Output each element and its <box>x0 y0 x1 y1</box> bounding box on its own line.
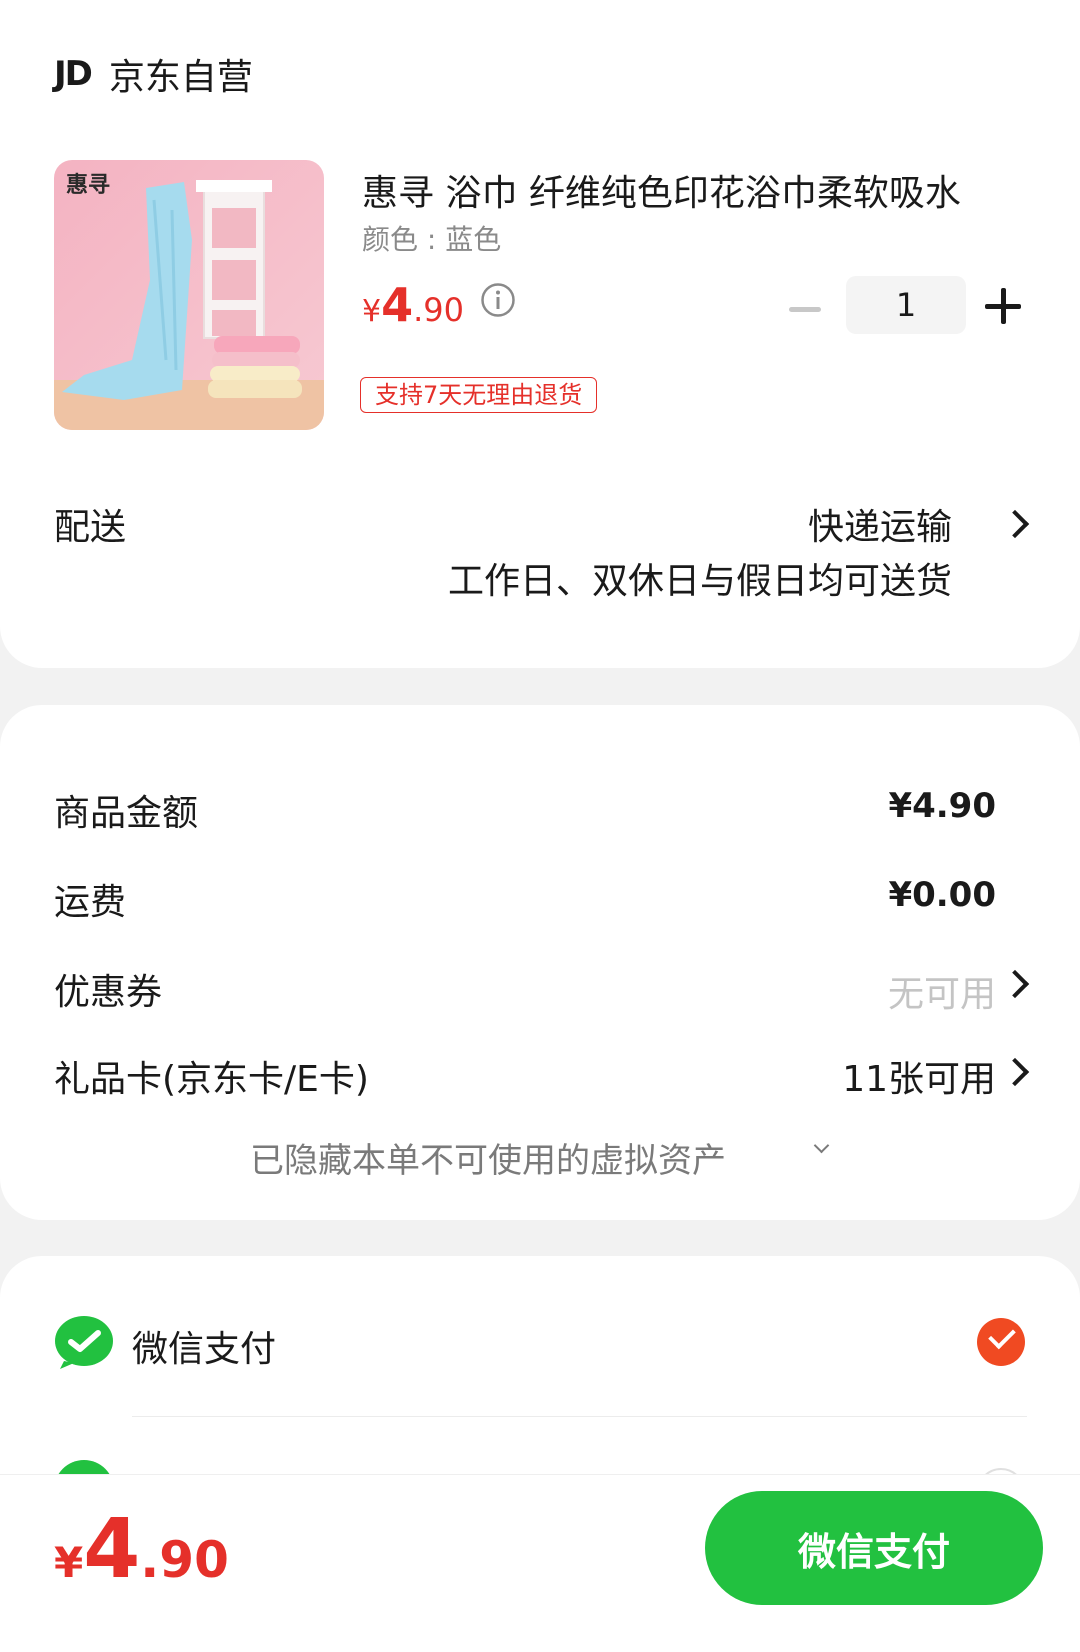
delivery-label: 配送 <box>54 507 127 548</box>
goods-amount-label: 商品金额 <box>54 793 199 834</box>
delivery-method[interactable]: 快递运输 <box>808 498 952 550</box>
product-price: ¥ 4 .90 <box>362 278 464 332</box>
pay-button[interactable]: 微信支付 <box>705 1491 1043 1605</box>
towel-photo: 惠寻 <box>54 160 324 430</box>
goods-amount-value: ¥4.90 <box>888 786 996 826</box>
divider <box>132 1416 1027 1417</box>
jd-logo: JD <box>54 54 93 94</box>
wechat-pay-icon <box>55 1316 113 1369</box>
payment-method-card <box>0 1256 1080 1496</box>
quantity-input[interactable]: 1 <box>846 276 966 334</box>
coupon-label: 优惠券 <box>54 972 163 1013</box>
return-policy-badge: 支持7天无理由退货 <box>360 377 598 413</box>
delivery-note: 工作日、双休日与假日均可送货 <box>447 561 952 602</box>
quantity-decrease-button[interactable] <box>788 292 822 326</box>
order-item-card: JD 京东自营 惠寻 惠寻 浴巾 纤维纯色印花浴巾柔软吸水 颜色: 蓝色 ¥ … <box>0 0 1080 668</box>
product-image[interactable]: 惠寻 <box>54 160 324 430</box>
wechat-pay-option[interactable]: 微信支付 <box>132 1320 276 1372</box>
shop-header[interactable]: JD 京东自营 <box>54 48 253 100</box>
hidden-assets-toggle[interactable]: 已隐藏本单不可使用的虚拟资产 <box>250 1133 726 1182</box>
shop-name: 京东自营 <box>108 57 253 98</box>
selected-check-icon[interactable] <box>977 1318 1025 1366</box>
product-title[interactable]: 惠寻 浴巾 纤维纯色印花浴巾柔软吸水 <box>362 164 1002 216</box>
coupon-value[interactable]: 无可用 <box>888 965 996 1017</box>
gift-card-value[interactable]: 11张可用 <box>842 1050 996 1102</box>
shipping-fee-value: ¥0.00 <box>888 875 996 915</box>
quantity-increase-button[interactable] <box>985 288 1021 324</box>
product-spec: 颜色 : 蓝色 <box>362 223 502 256</box>
info-icon[interactable] <box>480 282 516 318</box>
order-total: ¥ 4 .90 <box>54 1502 229 1597</box>
shipping-fee-label: 运费 <box>54 882 127 923</box>
chevron-right-icon[interactable] <box>1000 509 1030 539</box>
gift-card-label: 礼品卡(京东卡/E卡) <box>54 1059 369 1100</box>
svg-text:惠寻: 惠寻 <box>66 173 110 198</box>
